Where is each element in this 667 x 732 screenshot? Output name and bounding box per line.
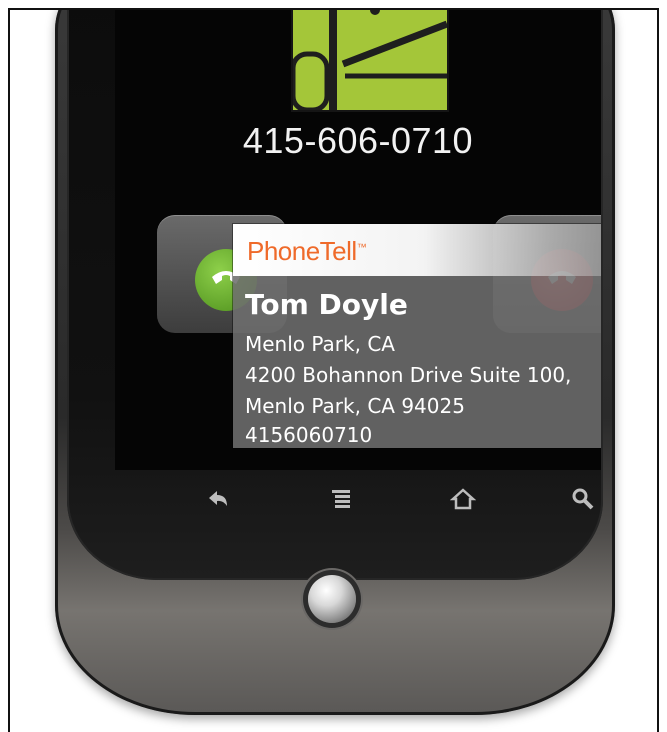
back-icon[interactable] [205, 486, 231, 512]
brand-logo: PhoneTell™ [247, 236, 367, 267]
search-icon[interactable] [570, 486, 596, 512]
navigation-bar [115, 470, 601, 528]
brand-name: PhoneTell [247, 236, 357, 266]
android-robot-icon [293, 10, 447, 110]
caller-id-popup[interactable]: PhoneTell™ Tom Doyle Menlo Park, CA 4200… [233, 224, 601, 448]
contact-address-line-2: Menlo Park, CA 94025 [245, 394, 465, 418]
phone-device: 415-606-0710 PhoneTell™ Tom Doyle Menlo … [55, 10, 615, 715]
contact-name: Tom Doyle [245, 288, 408, 321]
home-icon[interactable] [449, 486, 477, 512]
contact-address-line-1: 4200 Bohannon Drive Suite 100, [245, 363, 572, 387]
phone-screen: 415-606-0710 PhoneTell™ Tom Doyle Menlo … [115, 10, 601, 470]
incoming-phone-number: 415-606-0710 [242, 120, 474, 161]
brand-trademark: ™ [356, 242, 367, 254]
contact-phone-digits: 4156060710 [245, 423, 373, 447]
contact-location: Menlo Park, CA [245, 332, 395, 356]
menu-icon[interactable] [328, 486, 354, 512]
popup-header: PhoneTell™ [233, 224, 601, 276]
caller-avatar [291, 10, 449, 112]
trackball-button[interactable] [308, 575, 356, 623]
image-frame: 415-606-0710 PhoneTell™ Tom Doyle Menlo … [8, 8, 659, 732]
